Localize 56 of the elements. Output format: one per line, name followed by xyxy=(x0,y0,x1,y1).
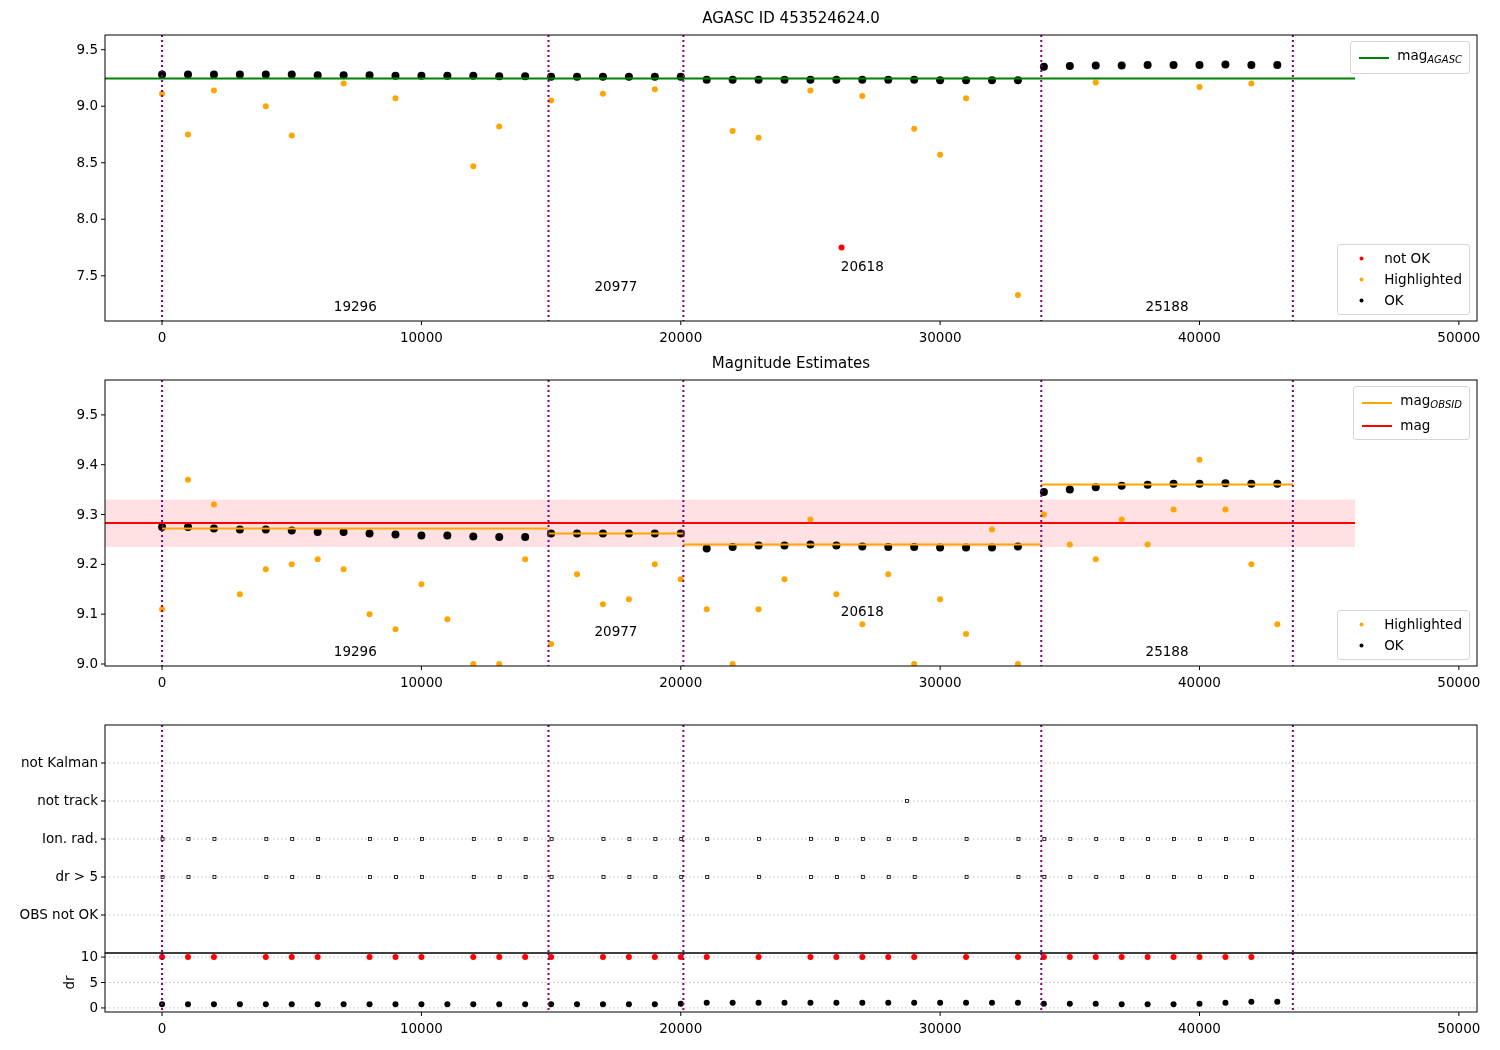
tick-label: 9.4 xyxy=(76,455,98,472)
tick-label: 40000 xyxy=(1178,329,1221,345)
chart-title: AGASC ID 453524624.0 xyxy=(702,9,880,27)
tick-label: not track xyxy=(37,792,98,808)
legend-label: mag xyxy=(1400,416,1431,435)
obsid-label: 19296 xyxy=(333,643,377,659)
tick-label: 40000 xyxy=(1178,674,1221,690)
tick-label: 30000 xyxy=(918,329,962,345)
tick-label: 50000 xyxy=(1437,674,1481,690)
tick-label: 0 xyxy=(157,1020,167,1036)
tick-label: 10 xyxy=(80,948,98,965)
legend-label: Highlighted xyxy=(1384,270,1462,289)
legend-label: not OK xyxy=(1384,249,1431,268)
obsid-label: 20618 xyxy=(840,258,884,274)
tick-label: 40000 xyxy=(1178,1020,1221,1036)
tick-label: 10000 xyxy=(399,329,443,345)
tick-label: 9.0 xyxy=(76,97,98,114)
tick-label: not Kalman xyxy=(20,754,98,770)
tick-label: 0 xyxy=(89,998,98,1015)
tick-label: 50000 xyxy=(1437,1020,1481,1036)
tick-label: OBS not OK xyxy=(19,906,98,922)
tick-label: 8.5 xyxy=(76,153,98,170)
obsid-label: 19296 xyxy=(333,298,377,314)
obsid-label: 25188 xyxy=(1145,643,1189,659)
tick-label: 0 xyxy=(157,329,167,345)
tick-label: 8.0 xyxy=(76,210,98,227)
tick-label: 9.5 xyxy=(76,405,98,422)
obsid-label: 20618 xyxy=(840,603,884,619)
tick-label: 30000 xyxy=(918,1020,962,1036)
obsid-label: 20977 xyxy=(594,278,638,294)
chart-title: Magnitude Estimates xyxy=(711,354,871,372)
tick-label: Ion. rad. xyxy=(41,830,98,846)
tick-label: 9.3 xyxy=(76,505,98,522)
tick-label: 9.1 xyxy=(76,605,98,622)
tick-label: 30000 xyxy=(918,674,962,690)
legend-label: OK xyxy=(1384,636,1404,655)
tick-label: 20000 xyxy=(659,674,703,690)
legend-label: mag$_{OBSID}$ xyxy=(1400,391,1462,412)
tick-label: 10000 xyxy=(399,1020,443,1036)
obsid-label: 20977 xyxy=(594,623,638,639)
tick-label: 20000 xyxy=(659,329,703,345)
tick-label: 20000 xyxy=(659,1020,703,1036)
tick-label: 0 xyxy=(157,674,167,690)
legend-label: mag$_{AGASC}$ xyxy=(1397,46,1462,67)
tick-label: 9.2 xyxy=(76,555,98,572)
tick-label: 9.5 xyxy=(76,40,98,57)
tick-label: 10000 xyxy=(399,674,443,690)
tick-label: 50000 xyxy=(1437,329,1481,345)
tick-label: 5 xyxy=(89,973,98,990)
tick-label: dr > 5 xyxy=(55,868,98,884)
legend-label: Highlighted xyxy=(1384,615,1462,634)
obsid-label: 25188 xyxy=(1145,298,1189,314)
axis-label: dr xyxy=(61,975,77,990)
legend-label: OK xyxy=(1384,291,1404,310)
tick-label: 9.0 xyxy=(76,655,98,671)
tick-label: 7.5 xyxy=(76,266,98,283)
